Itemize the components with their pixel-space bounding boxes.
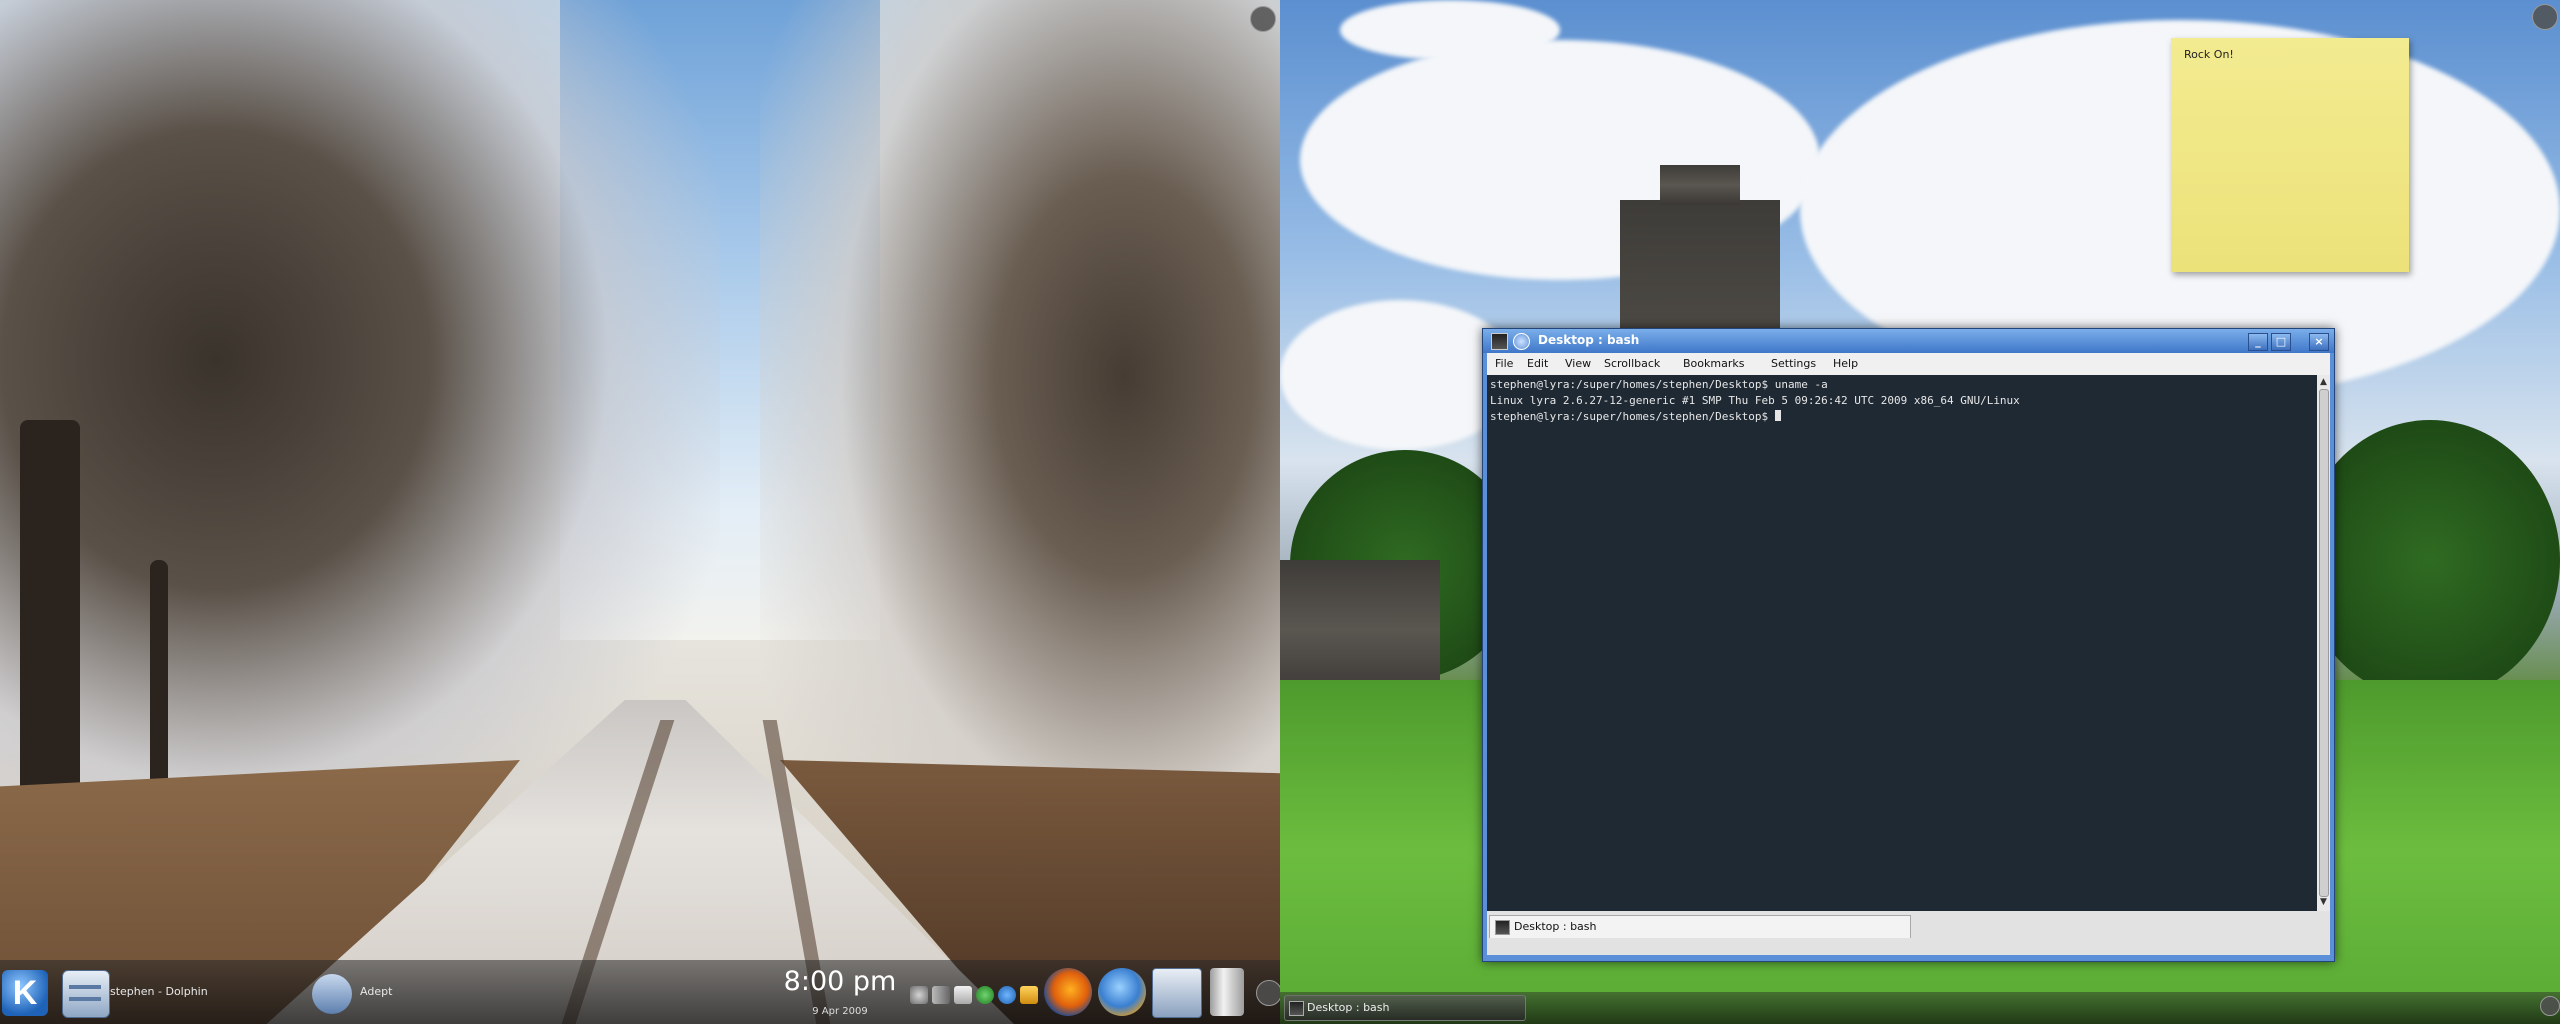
menu-settings[interactable]: Settings [1771, 357, 1816, 370]
panel-toolbox-button[interactable] [1256, 980, 1282, 1006]
scroll-up-arrow[interactable]: ▲ [2318, 377, 2329, 388]
dolphin-icon[interactable] [62, 970, 110, 1018]
terminal-prompt: stephen@lyra:/super/homes/stephen/Deskto… [1490, 410, 1775, 423]
menubar: File Edit View Scrollback Bookmarks Sett… [1487, 353, 2330, 375]
minimize-button[interactable]: _ [2248, 333, 2268, 351]
wallpaper-castle-turret [1660, 165, 1740, 205]
trash-icon[interactable] [1210, 968, 1244, 1016]
terminal-cursor [1774, 410, 1781, 421]
thunderbird-icon[interactable] [1098, 968, 1146, 1016]
terminal-output[interactable]: stephen@lyra:/super/homes/stephen/Deskto… [1487, 375, 2317, 911]
task-adept-label[interactable]: Adept [360, 985, 392, 998]
desktop-toolbox-button[interactable] [1250, 6, 1276, 32]
clipboard-tray-icon[interactable] [954, 986, 972, 1004]
taskbar-item-konsole[interactable]: Desktop : bash [1284, 995, 1526, 1021]
wallpaper-tree [2300, 420, 2560, 700]
close-button[interactable]: × [2309, 333, 2329, 351]
clock-date: 9 Apr 2009 [812, 1006, 868, 1017]
window-menu-icon[interactable] [1513, 333, 1530, 350]
network-tray-icon[interactable] [998, 986, 1016, 1004]
scrollbar[interactable]: ▲ ▼ [2317, 375, 2330, 911]
window-title: Desktop : bash [1538, 333, 1640, 347]
sticky-note-text[interactable]: Rock On! [2184, 48, 2234, 61]
taskbar-item-label: Desktop : bash [1307, 1001, 1390, 1014]
menu-file[interactable]: File [1495, 357, 1513, 370]
update-tray-icon[interactable] [976, 986, 994, 1004]
terminal-line: Linux lyra 2.6.27-12-generic #1 SMP Thu … [1490, 394, 2020, 407]
menu-edit[interactable]: Edit [1527, 357, 1548, 370]
maximize-button[interactable]: □ [2271, 333, 2291, 351]
terminal-app-icon[interactable] [1491, 333, 1508, 350]
adept-icon[interactable] [312, 974, 352, 1014]
system-settings-icon[interactable] [1152, 968, 1202, 1018]
terminal-tabbar: Desktop : bash [1487, 911, 2330, 955]
volume-tray-icon[interactable] [932, 986, 950, 1004]
firefox-icon[interactable] [1044, 968, 1092, 1016]
scrollbar-thumb[interactable] [2319, 389, 2329, 897]
terminal-tab[interactable]: Desktop : bash [1489, 915, 1911, 938]
wallpaper-ruins [1280, 560, 1440, 700]
menu-scrollback[interactable]: Scrollback [1604, 357, 1660, 370]
terminal-tab-label: Desktop : bash [1514, 920, 1597, 933]
menu-view[interactable]: View [1565, 357, 1591, 370]
settings-tray-icon[interactable] [910, 986, 928, 1004]
scroll-down-arrow[interactable]: ▼ [2318, 897, 2329, 908]
terminal-app-icon [1289, 1001, 1304, 1016]
desktop-toolbox-button[interactable] [2532, 4, 2558, 30]
menu-bookmarks[interactable]: Bookmarks [1683, 357, 1744, 370]
sticky-note[interactable]: Rock On! [2171, 38, 2409, 272]
window-titlebar[interactable]: Desktop : bash _ □ × [1483, 329, 2334, 353]
terminal-prompt-line[interactable]: stephen@lyra:/super/homes/stephen/Deskto… [1490, 410, 1781, 423]
terminal-tab-icon [1495, 920, 1510, 935]
notes-tray-icon[interactable] [1020, 986, 1038, 1004]
panel-toolbox-button[interactable] [2540, 996, 2560, 1016]
task-dolphin-label[interactable]: stephen - Dolphin [110, 985, 208, 998]
clock-time[interactable]: 8:00 pm [770, 966, 910, 997]
terminal-line: stephen@lyra:/super/homes/stephen/Deskto… [1490, 378, 1828, 391]
left-desktop-wallpaper [0, 0, 1280, 1024]
kmenu-launcher-icon[interactable]: K [2, 970, 48, 1016]
konsole-window[interactable]: Desktop : bash _ □ × File Edit View Scro… [1482, 328, 2335, 962]
menu-help[interactable]: Help [1833, 357, 1858, 370]
wallpaper-trunk [150, 560, 168, 800]
